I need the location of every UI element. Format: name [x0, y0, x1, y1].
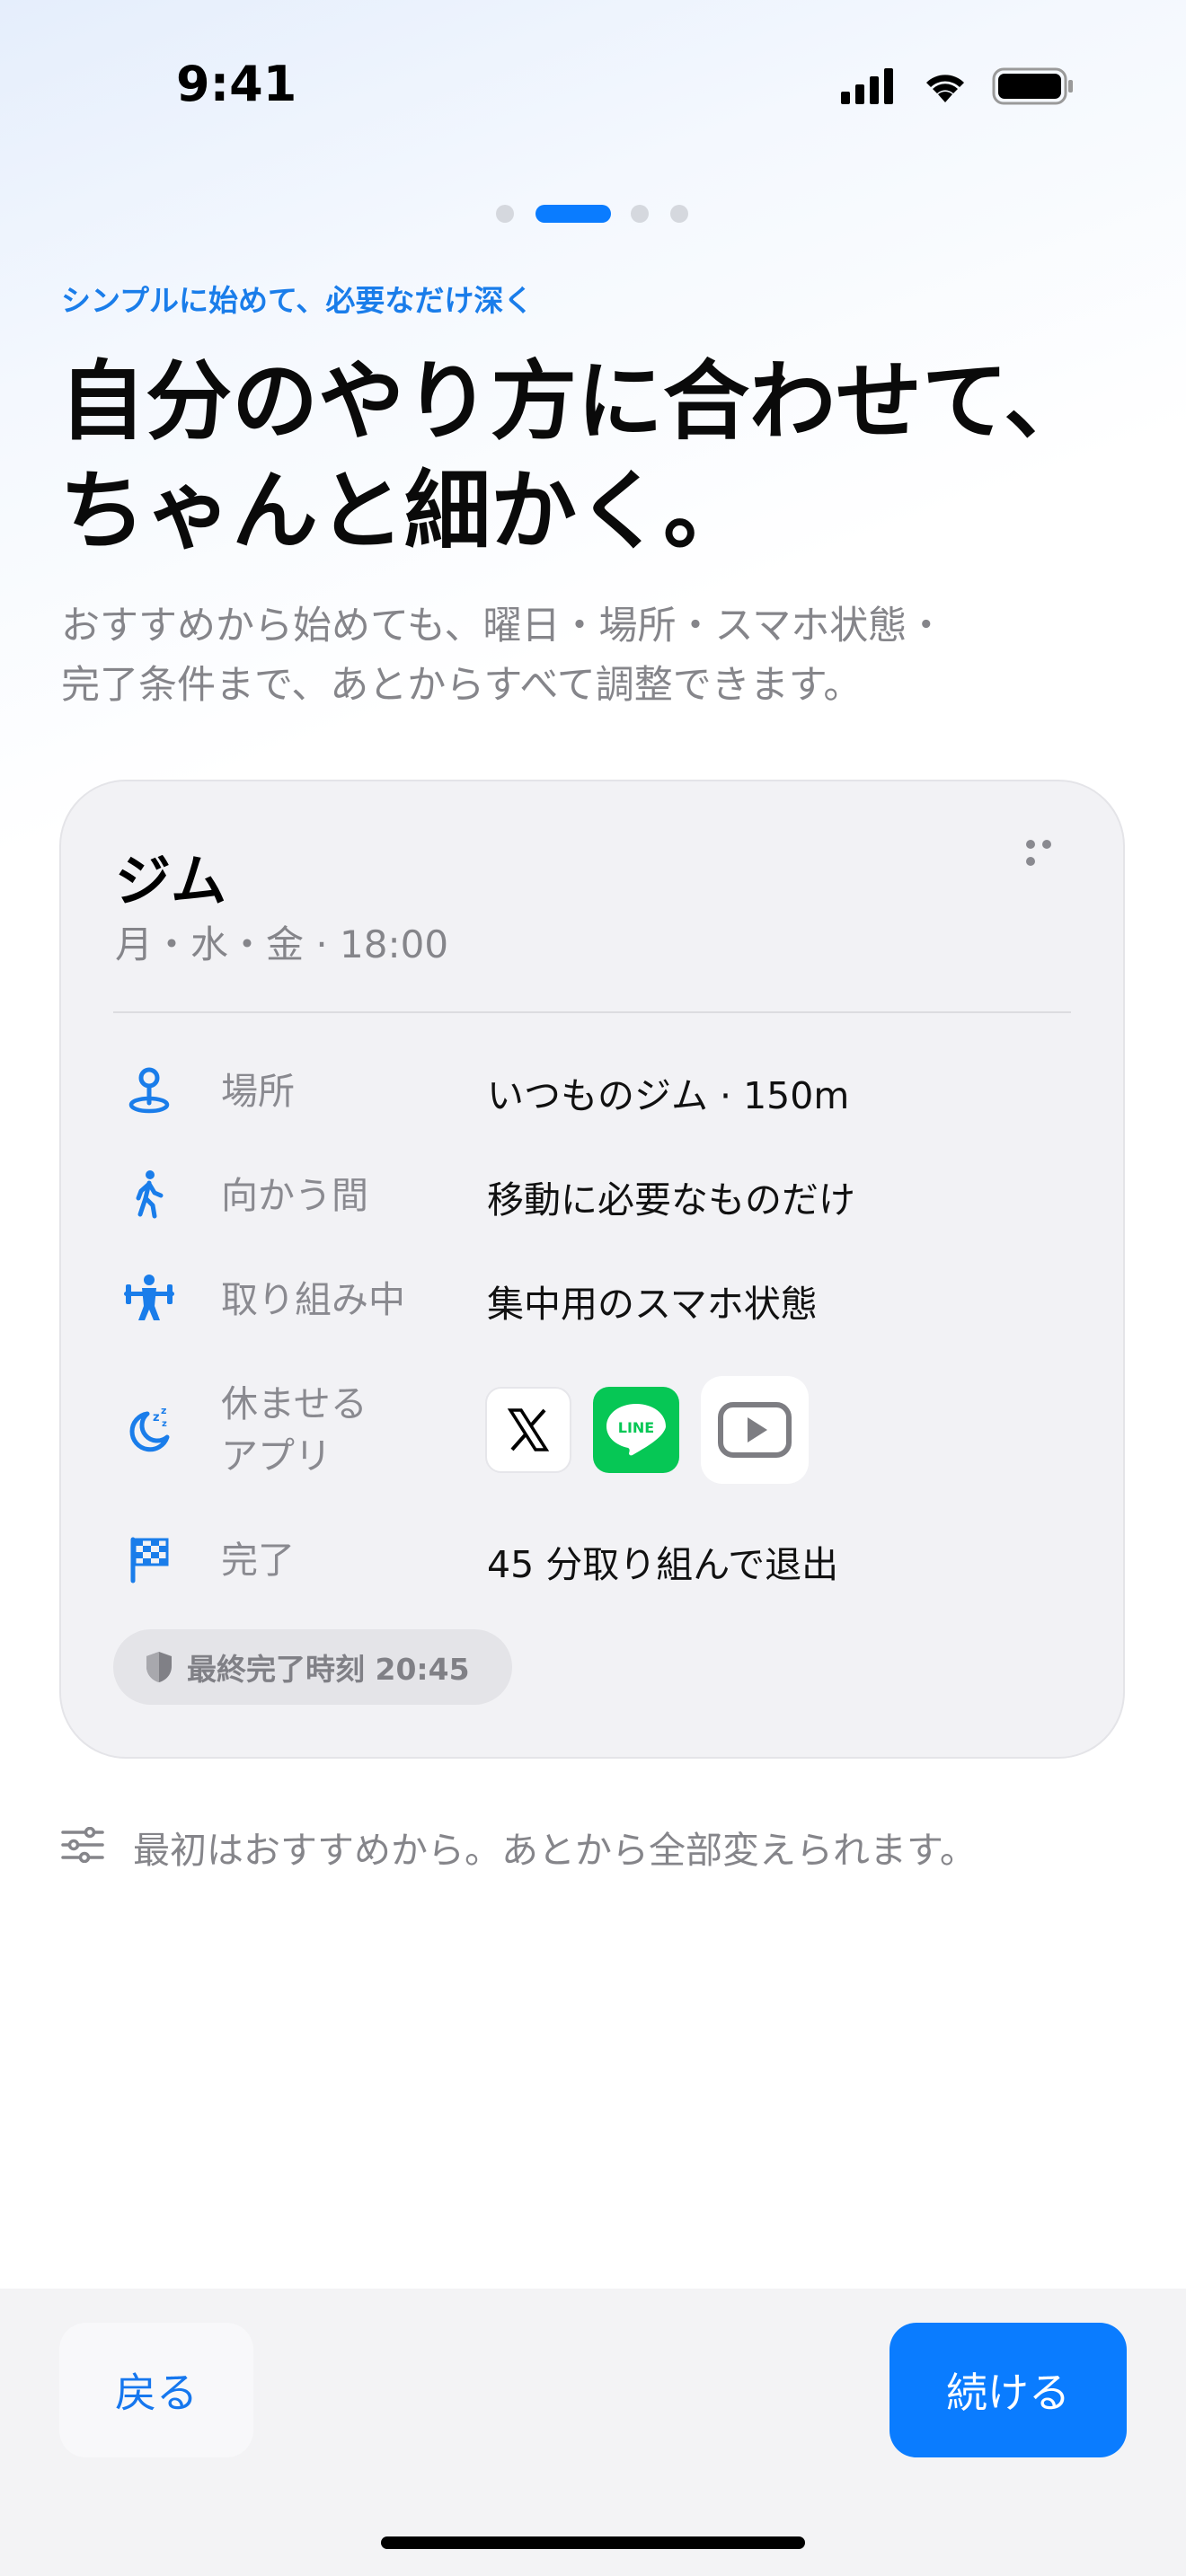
row-value-in-progress: 集中用のスマホ状態	[487, 1283, 818, 1326]
divider	[113, 1011, 1071, 1013]
svg-text:z: z	[161, 1405, 166, 1416]
last-completion-badge: 最終完了時刻 20:45	[113, 1629, 512, 1705]
row-value-location: いつものジム · 150m	[487, 1074, 850, 1117]
back-button[interactable]: 戻る	[59, 2323, 253, 2457]
page-description: おすすめから始めても、曜日・場所・スマホ状態・ 完了条件まで、あとからすべて調整…	[61, 604, 946, 708]
page-dot-2-active[interactable]	[535, 205, 611, 223]
page-dot-3[interactable]	[631, 205, 649, 223]
youtube-app-icon[interactable]	[701, 1376, 809, 1484]
x-app-icon[interactable]	[485, 1387, 571, 1473]
row-value-finish: 45 分取り組んで退出	[487, 1543, 839, 1586]
weightlifting-icon	[122, 1272, 176, 1326]
location-pin-icon	[122, 1063, 176, 1117]
routine-title: ジム	[115, 848, 227, 913]
page-dot-1[interactable]	[496, 205, 514, 223]
continue-button[interactable]: 続ける	[890, 2323, 1127, 2457]
status-icons	[839, 65, 1078, 108]
line-app-icon[interactable]: LINE	[593, 1387, 679, 1473]
shield-icon	[146, 1652, 172, 1682]
routine-schedule: 月・水・金 · 18:00	[115, 922, 449, 966]
row-value-commute: 移動に必要なものだけ	[487, 1178, 855, 1222]
eyebrow-text: シンプルに始めて、必要なだけ深く	[61, 283, 534, 318]
row-label-commute: 向かう間	[221, 1174, 368, 1217]
svg-text:z: z	[153, 1411, 160, 1425]
cellular-signal-icon	[841, 68, 893, 104]
status-time: 9:41	[176, 56, 297, 112]
wifi-icon	[926, 75, 964, 102]
row-label-location: 場所	[221, 1070, 295, 1113]
row-label-finish: 完了	[221, 1539, 295, 1582]
row-label-rest-apps: 休ませる アプリ	[221, 1382, 367, 1478]
svg-text:z: z	[162, 1419, 167, 1429]
row-label-in-progress: 取り組み中	[221, 1278, 405, 1321]
page-title: 自分のやり方に合わせて、 ちゃんと細かく。	[59, 351, 1091, 561]
home-indicator[interactable]	[381, 2536, 805, 2549]
svg-text:LINE: LINE	[618, 1419, 654, 1436]
badge-text: 最終完了時刻 20:45	[187, 1652, 470, 1687]
checkered-flag-icon	[122, 1532, 176, 1586]
page-dot-4[interactable]	[670, 205, 688, 223]
sliders-icon	[61, 1826, 104, 1864]
customize-hint: 最初はおすすめから。あとから全部変えられます。	[133, 1829, 977, 1872]
battery-icon	[992, 67, 1073, 105]
routine-card[interactable]: ジム 月・水・金 · 18:00 場所 いつものジム · 150m 向かう間 移…	[59, 780, 1125, 1759]
more-options-icon[interactable]	[1026, 835, 1071, 866]
moon-sleep-icon: z z z	[122, 1401, 176, 1455]
walking-person-icon	[122, 1168, 176, 1222]
